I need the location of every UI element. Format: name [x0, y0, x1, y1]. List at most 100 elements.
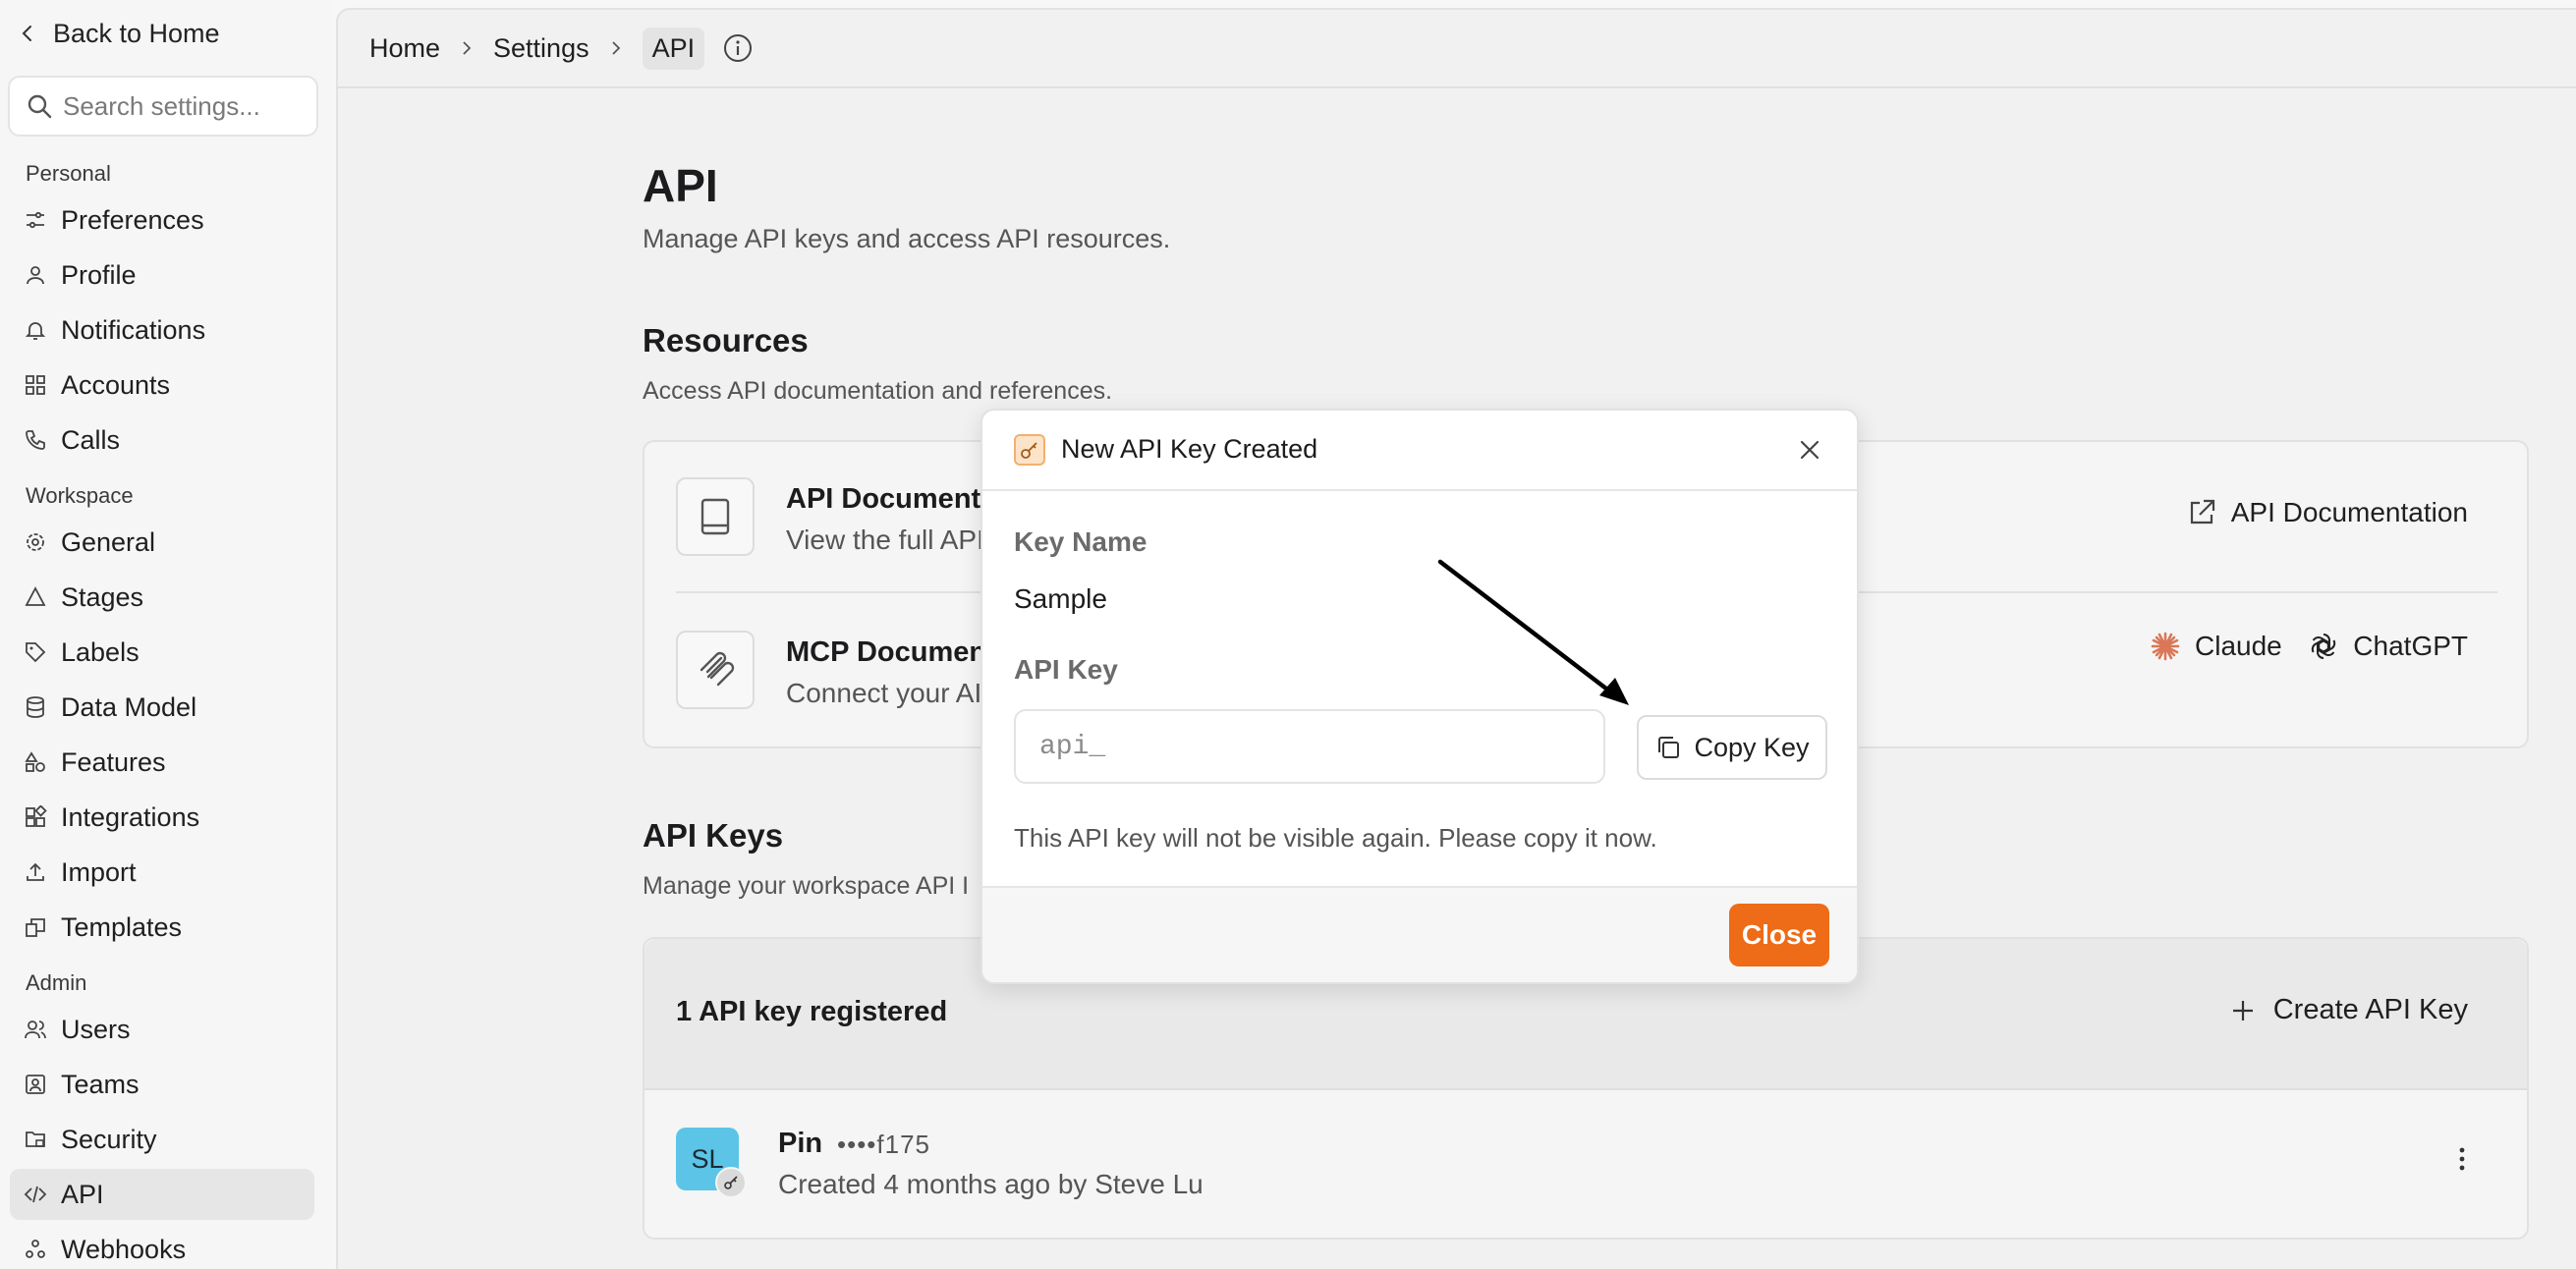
page-title: API — [643, 160, 718, 211]
breadcrumb-home[interactable]: Home — [369, 33, 440, 64]
sidebar-item-label: Templates — [61, 911, 183, 942]
link-label: API Documentation — [2230, 497, 2468, 527]
sidebar-item-general[interactable]: General — [10, 517, 314, 568]
section-workspace: Workspace — [26, 483, 134, 508]
chatgpt-icon — [2308, 631, 2339, 662]
sidebar-item-label: Profile — [61, 259, 137, 290]
new-api-key-dialog: New API Key Created Key Name Sample API … — [980, 409, 1859, 984]
sidebar-item-accounts[interactable]: Accounts — [10, 359, 314, 411]
settings-sidebar: Back to Home Personal Preferences Profil… — [0, 0, 334, 1269]
shapes-icon — [24, 750, 47, 774]
create-api-key-label: Create API Key — [2272, 994, 2468, 1025]
api-key-field[interactable] — [1014, 709, 1605, 784]
sidebar-item-label: Data Model — [61, 691, 197, 722]
copy-key-button[interactable]: Copy Key — [1637, 715, 1827, 780]
upload-icon — [24, 860, 47, 884]
dialog-title: New API Key Created — [1061, 434, 1318, 464]
api-key-masked: ••••f175 — [837, 1130, 931, 1159]
settings-search[interactable] — [8, 76, 318, 137]
sidebar-item-security[interactable]: Security — [10, 1114, 314, 1165]
sidebar-item-webhooks[interactable]: Webhooks — [10, 1224, 314, 1269]
resource-desc: View the full API — [786, 524, 984, 555]
tag-icon — [24, 640, 47, 664]
section-admin: Admin — [26, 970, 87, 995]
api-key-count: 1 API key registered — [676, 996, 948, 1027]
api-documentation-link[interactable]: API Documentation — [2186, 497, 2468, 528]
code-icon — [24, 1183, 47, 1206]
chevron-right-icon — [607, 39, 625, 57]
section-personal: Personal — [26, 161, 111, 186]
resource-desc: Connect your AI — [786, 678, 982, 708]
external-link-icon — [2186, 497, 2217, 528]
sidebar-item-label: Teams — [61, 1069, 140, 1099]
sidebar-item-label: Import — [61, 856, 137, 887]
sidebar-item-label: Stages — [61, 581, 144, 612]
template-icon — [24, 915, 47, 939]
key-icon — [715, 1167, 747, 1198]
claude-icon — [2150, 631, 2181, 662]
dialog-header: New API Key Created — [982, 411, 1857, 491]
sidebar-item-teams[interactable]: Teams — [10, 1059, 314, 1110]
link-label: Claude — [2195, 631, 2282, 661]
search-input[interactable] — [63, 90, 318, 122]
sidebar-item-preferences[interactable]: Preferences — [10, 194, 314, 246]
sidebar-item-label: General — [61, 526, 156, 557]
info-icon[interactable] — [722, 32, 754, 64]
sidebar-item-features[interactable]: Features — [10, 737, 314, 788]
visibility-warning: This API key will not be visible again. … — [1014, 823, 1657, 853]
sidebar-item-label: Users — [61, 1014, 131, 1044]
kebab-icon — [2448, 1145, 2476, 1173]
api-key-meta: Created 4 months ago by Steve Lu — [778, 1169, 1204, 1199]
create-api-key-button[interactable]: Create API Key — [2230, 994, 2468, 1026]
sidebar-item-label: Integrations — [61, 801, 200, 832]
resources-subtitle: Access API documentation and references. — [643, 377, 1113, 405]
sidebar-item-users[interactable]: Users — [10, 1004, 314, 1055]
more-options-button[interactable] — [2448, 1145, 2476, 1173]
api-keys-title: API Keys — [643, 817, 784, 854]
chatgpt-link[interactable]: ChatGPT — [2308, 631, 2468, 662]
copy-icon — [1654, 734, 1682, 761]
webhook-icon — [24, 1238, 47, 1261]
team-icon — [24, 1073, 47, 1096]
breadcrumb-settings[interactable]: Settings — [493, 33, 589, 64]
breadcrumb-api: API — [642, 27, 705, 70]
sidebar-item-label: Accounts — [61, 369, 171, 400]
key-name-label: Key Name — [1014, 526, 1148, 557]
mcp-icon — [676, 631, 755, 709]
sidebar-item-label: API — [61, 1179, 104, 1209]
back-to-home-label: Back to Home — [53, 18, 220, 48]
puzzle-icon — [24, 805, 47, 829]
sidebar-item-templates[interactable]: Templates — [10, 902, 314, 953]
close-button[interactable]: Close — [1729, 904, 1829, 966]
sidebar-item-calls[interactable]: Calls — [10, 414, 314, 466]
sidebar-item-api[interactable]: API — [10, 1169, 314, 1220]
sidebar-item-import[interactable]: Import — [10, 847, 314, 898]
resource-title: API Documenta — [786, 483, 997, 515]
sidebar-item-label: Webhooks — [61, 1234, 187, 1264]
sidebar-item-profile[interactable]: Profile — [10, 249, 314, 301]
sidebar-item-stages[interactable]: Stages — [10, 572, 314, 623]
key-name-value: Sample — [1014, 583, 1107, 614]
plus-icon — [2230, 998, 2256, 1023]
resources-title: Resources — [643, 322, 809, 359]
back-to-home-link[interactable]: Back to Home — [18, 14, 220, 53]
page-subtitle: Manage API keys and access API resources… — [643, 224, 1171, 253]
sidebar-item-integrations[interactable]: Integrations — [10, 792, 314, 843]
api-key-label: API Key — [1014, 654, 1118, 685]
sidebar-item-data-model[interactable]: Data Model — [10, 682, 314, 733]
triangle-icon — [24, 585, 47, 609]
api-key-name: Pin — [778, 1128, 823, 1159]
gear-icon — [24, 530, 47, 554]
sidebar-item-label: Labels — [61, 636, 140, 667]
user-icon — [24, 263, 47, 287]
bell-icon — [24, 318, 47, 342]
grid-icon — [24, 373, 47, 397]
breadcrumb: Home Settings API — [338, 10, 2576, 88]
copy-key-label: Copy Key — [1694, 732, 1810, 762]
sidebar-item-notifications[interactable]: Notifications — [10, 304, 314, 356]
claude-link[interactable]: Claude — [2150, 631, 2282, 662]
close-icon[interactable] — [1796, 436, 1823, 464]
sidebar-item-labels[interactable]: Labels — [10, 627, 314, 678]
sidebar-item-label: Preferences — [61, 204, 204, 235]
key-icon — [1014, 434, 1045, 466]
